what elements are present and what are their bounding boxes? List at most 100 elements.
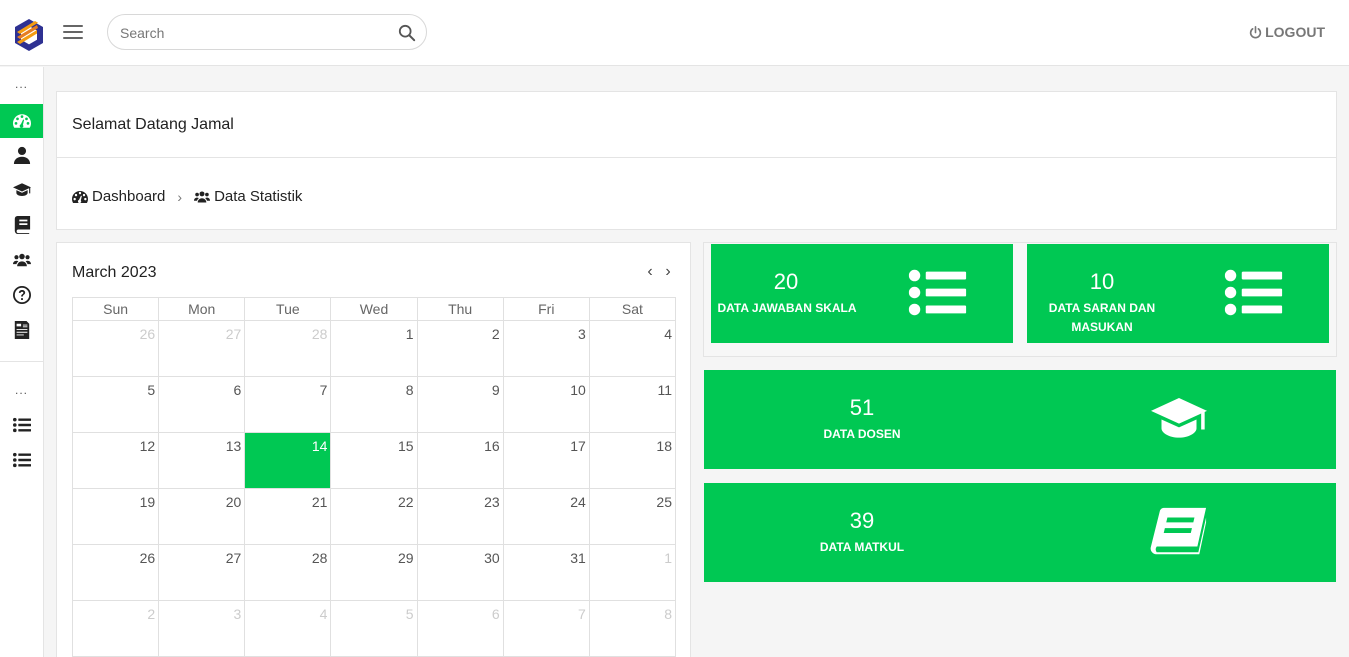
calendar-day[interactable]: 15 <box>330 432 418 489</box>
calendar-day[interactable]: 6 <box>158 376 246 433</box>
sidebar-item-dosen[interactable] <box>0 173 43 207</box>
calendar-day[interactable]: 28 <box>244 320 332 377</box>
logout-label: LOGOUT <box>1265 24 1325 40</box>
calendar-day[interactable]: 19 <box>71 488 160 545</box>
stat-label: DATA SARAN DAN MASUKAN <box>1037 299 1167 337</box>
stat-card-dosen[interactable]: 51 DATA DOSEN <box>704 370 1336 469</box>
search-input[interactable] <box>120 23 390 43</box>
calendar-day[interactable]: 12 <box>71 432 160 489</box>
calendar-widget: March 2023 ‹ › Sun Mon Tue Wed Thu Fri Sat 26 2… <box>56 242 691 657</box>
calendar-weekday-header: Tue <box>244 297 332 321</box>
stat-label: DATA MATKUL <box>819 540 905 554</box>
user-icon <box>13 146 31 164</box>
calendar-day[interactable]: 27 <box>158 544 246 601</box>
breadcrumb: Dashboard › Data Statistik <box>72 188 302 205</box>
calendar-day[interactable]: 8 <box>588 600 677 657</box>
calendar-day[interactable]: 7 <box>502 600 590 657</box>
calendar-week-row: 5 6 7 8 9 10 11 <box>71 376 677 433</box>
calendar-day[interactable]: 16 <box>416 432 504 489</box>
calendar-day[interactable]: 5 <box>330 600 418 657</box>
logout-button[interactable]: LOGOUT <box>1249 24 1325 40</box>
search-icon[interactable] <box>398 24 416 42</box>
sidebar-item-report[interactable] <box>0 313 43 347</box>
calendar-day[interactable]: 18 <box>588 432 677 489</box>
calendar-day[interactable]: 7 <box>244 376 332 433</box>
calendar-day[interactable]: 31 <box>502 544 590 601</box>
stat-value: 39 <box>849 508 875 533</box>
calendar-day[interactable]: 22 <box>330 488 418 545</box>
stat-value: 10 <box>1089 269 1115 294</box>
calendar-day[interactable]: 26 <box>71 544 160 601</box>
calendar-day[interactable]: 27 <box>158 320 246 377</box>
calendar-week-row: 26 27 28 29 30 31 1 <box>71 544 677 601</box>
calendar-day[interactable]: 11 <box>588 376 677 433</box>
sidebar-section-dots: ... <box>14 383 28 397</box>
calendar-day-today[interactable]: 14 <box>244 432 332 489</box>
sidebar-item-list-2[interactable] <box>0 443 43 477</box>
calendar-day[interactable]: 10 <box>502 376 590 433</box>
power-icon <box>1249 25 1262 38</box>
dashboard-icon <box>13 112 31 130</box>
breadcrumb-label: Dashboard <box>92 188 166 205</box>
calendar-day[interactable]: 5 <box>71 376 160 433</box>
calendar-grid: Sun Mon Tue Wed Thu Fri Sat 26 27 28 1 2 3 4 5 6 7 8 9 10 1… <box>71 297 677 657</box>
calendar-day[interactable]: 1 <box>330 320 418 377</box>
app-logo[interactable] <box>14 18 44 52</box>
book-icon <box>13 216 31 234</box>
sidebar-item-dashboard[interactable] <box>0 104 43 138</box>
calendar-day[interactable]: 2 <box>71 600 160 657</box>
calendar-day[interactable]: 23 <box>416 488 504 545</box>
stat-card-jawaban[interactable]: 20 DATA JAWABAN SKALA <box>711 244 1013 343</box>
stat-label: DATA DOSEN <box>823 427 901 441</box>
welcome-title: Selamat Datang Jamal <box>72 116 234 133</box>
divider <box>57 157 1336 158</box>
breadcrumb-data-statistik[interactable]: Data Statistik <box>194 188 302 205</box>
calendar-weekday-header: Thu <box>416 297 504 321</box>
calendar-week-row: 26 27 28 1 2 3 4 <box>71 320 677 377</box>
calendar-day[interactable]: 20 <box>158 488 246 545</box>
search-box <box>107 14 427 50</box>
calendar-day[interactable]: 8 <box>330 376 418 433</box>
calendar-day[interactable]: 3 <box>158 600 246 657</box>
sidebar-item-list-1[interactable] <box>0 408 43 442</box>
calendar-day[interactable]: 25 <box>588 488 677 545</box>
calendar-day[interactable]: 3 <box>502 320 590 377</box>
calendar-day[interactable]: 30 <box>416 544 504 601</box>
users-icon <box>194 190 210 204</box>
calendar-day[interactable]: 4 <box>244 600 332 657</box>
welcome-card: Selamat Datang Jamal Dashboard › Data St… <box>56 91 1337 230</box>
calendar-day[interactable]: 1 <box>588 544 677 601</box>
calendar-day[interactable]: 4 <box>588 320 677 377</box>
sidebar-item-users[interactable] <box>0 243 43 277</box>
calendar-day[interactable]: 21 <box>244 488 332 545</box>
calendar-weekday-header: Sun <box>71 297 160 321</box>
calendar-day[interactable]: 17 <box>502 432 590 489</box>
calendar-day[interactable]: 2 <box>416 320 504 377</box>
dashboard-icon <box>72 190 88 204</box>
stat-card-saran[interactable]: 10 DATA SARAN DAN MASUKAN <box>1027 244 1329 343</box>
breadcrumb-dashboard[interactable]: Dashboard <box>72 188 165 205</box>
sidebar-item-user[interactable] <box>0 138 43 172</box>
calendar-day[interactable]: 13 <box>158 432 246 489</box>
calendar-day[interactable]: 6 <box>416 600 504 657</box>
top-bar: LOGOUT <box>0 0 1349 66</box>
stat-label-line: DATA SARAN DAN <box>1048 301 1156 315</box>
chevron-right-icon[interactable]: › <box>661 263 675 281</box>
graduation-cap-icon <box>13 181 31 199</box>
calendar-day[interactable]: 29 <box>330 544 418 601</box>
chevron-left-icon[interactable]: ‹ <box>643 263 657 281</box>
menu-toggle-button[interactable] <box>63 25 83 41</box>
list-icon <box>13 451 31 469</box>
calendar-day[interactable]: 9 <box>416 376 504 433</box>
list-icon <box>13 416 31 434</box>
sidebar-item-matkul[interactable] <box>0 208 43 242</box>
breadcrumb-label: Data Statistik <box>214 188 303 205</box>
calendar-weekday-header: Mon <box>158 297 246 321</box>
calendar-day[interactable]: 24 <box>502 488 590 545</box>
chevron-right-icon: › <box>177 188 183 205</box>
sidebar-item-questions[interactable] <box>0 278 43 312</box>
calendar-day[interactable]: 26 <box>71 320 160 377</box>
calendar-day[interactable]: 28 <box>244 544 332 601</box>
stat-label: DATA JAWABAN SKALA <box>717 301 857 315</box>
stat-card-matkul[interactable]: 39 DATA MATKUL <box>704 483 1336 582</box>
